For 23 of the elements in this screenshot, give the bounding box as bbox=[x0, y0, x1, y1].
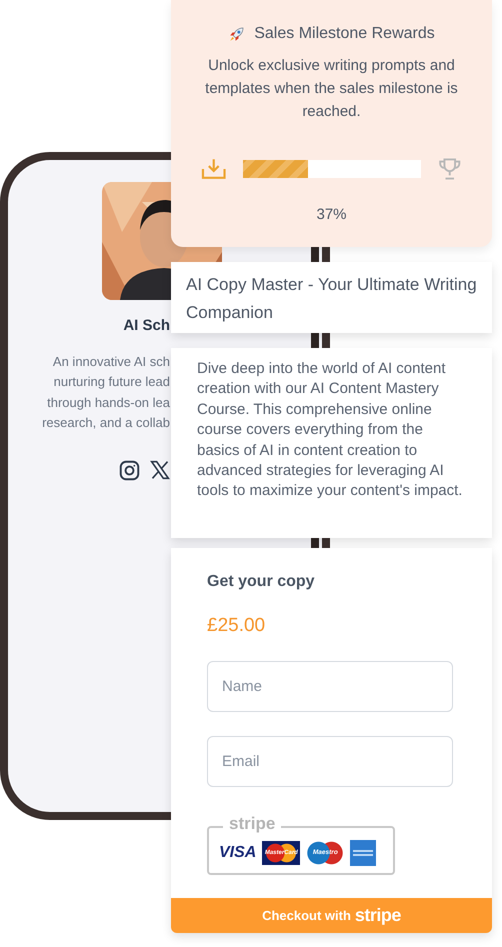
input-field[interactable]: Name bbox=[207, 660, 453, 712]
product-title: AI Copy Master - Your Ultimate Writing Companion bbox=[171, 262, 492, 333]
bio-text: research, and a collab bbox=[41, 414, 170, 432]
x-icon[interactable] bbox=[150, 460, 170, 480]
visa-logo: VISA bbox=[219, 843, 256, 863]
product-description: Dive deep into the world of AI content creation with our AI Content Mastery Course. This comprehensive online course covers everything from the basics of AI in content creation to advanced strategies for leveraging AI tools to maximize your content's impact. bbox=[171, 348, 492, 538]
checkout-button[interactable]: Checkout with stripe bbox=[171, 898, 492, 933]
trophy-icon bbox=[436, 156, 462, 182]
amex-logo bbox=[350, 840, 376, 866]
checkout-heading: Get your copy bbox=[207, 572, 316, 592]
rocket-icon bbox=[228, 25, 246, 43]
badge-legend: stripe bbox=[223, 814, 282, 834]
card-description: Unlock exclusive writing prompts and templates when the sales milestone is reached. bbox=[204, 56, 459, 122]
progress-percent: 37% bbox=[315, 205, 348, 225]
profile-name: AI Sch bbox=[122, 316, 170, 336]
input-field[interactable]: Email bbox=[207, 736, 453, 786]
bio-text: through hands-on lea bbox=[46, 394, 170, 412]
card-title: Sales Milestone Rewards bbox=[254, 24, 435, 44]
instagram-icon[interactable] bbox=[119, 460, 140, 480]
download-icon bbox=[201, 157, 226, 181]
bio-text: An innovative AI sch bbox=[52, 352, 170, 370]
price-text: £25.00 bbox=[207, 614, 266, 638]
bio-text: nurturing future lead bbox=[52, 373, 170, 391]
